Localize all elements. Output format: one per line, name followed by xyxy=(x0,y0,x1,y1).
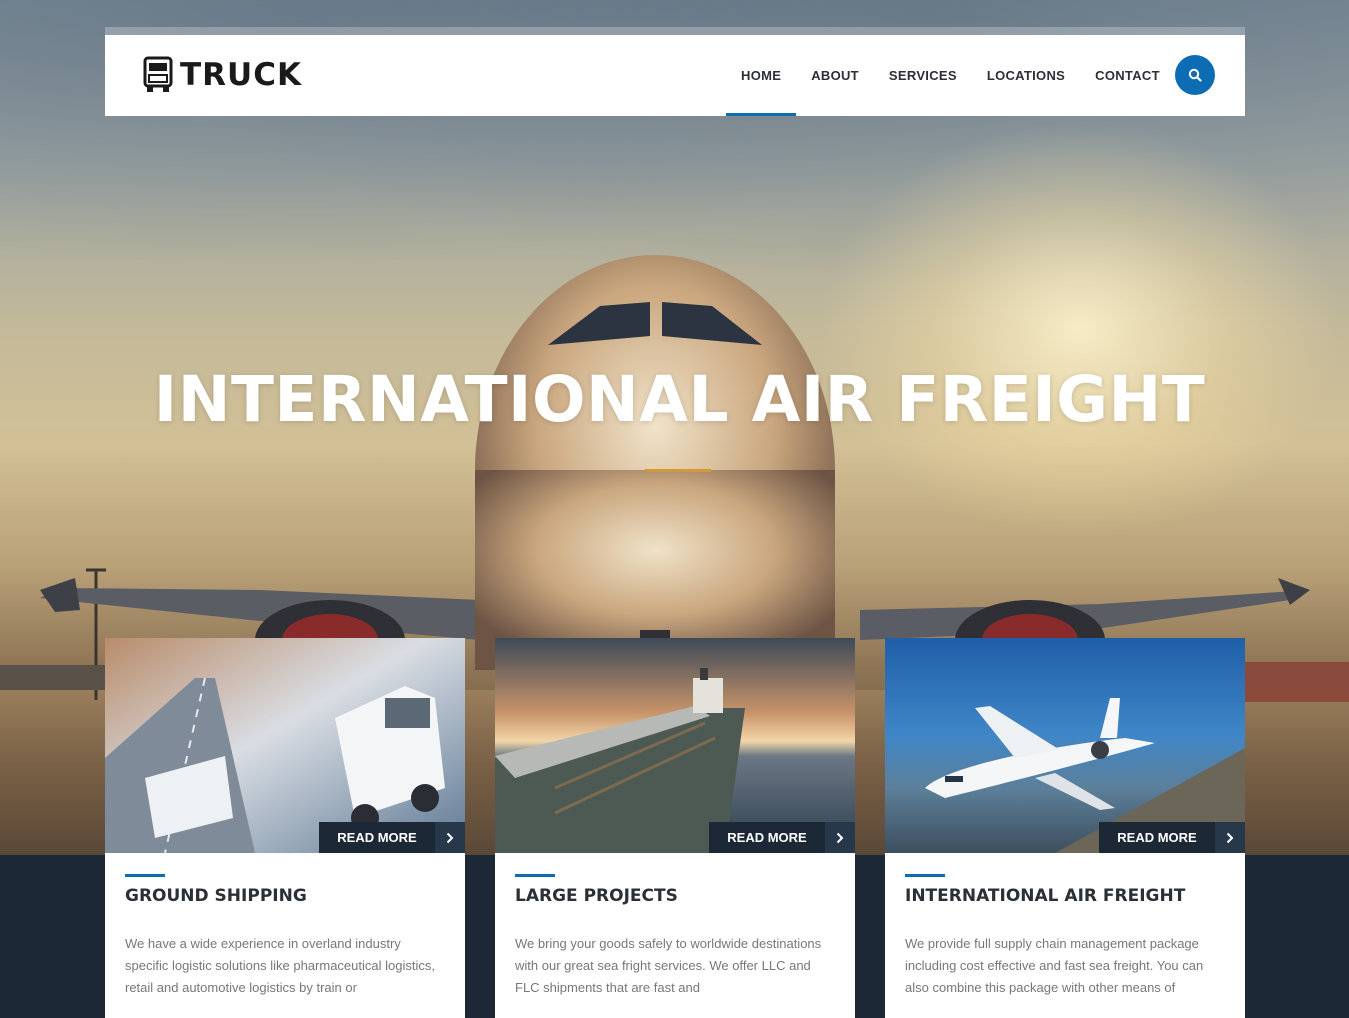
truck-icon xyxy=(143,56,173,92)
logo-text: TRUCK xyxy=(180,57,302,93)
card-accent-line xyxy=(515,874,555,877)
read-more-label: READ MORE xyxy=(1117,830,1197,845)
read-more-button[interactable]: READ MORE xyxy=(1099,822,1245,853)
card-description: We have a wide experience in overland in… xyxy=(125,936,435,995)
card-image-jet xyxy=(885,638,1245,853)
read-more-button[interactable]: READ MORE xyxy=(709,822,855,853)
nav-locations[interactable]: LOCATIONS xyxy=(972,35,1080,116)
nav-services[interactable]: SERVICES xyxy=(874,35,972,116)
card-accent-line xyxy=(125,874,165,877)
read-more-label: READ MORE xyxy=(727,830,807,845)
main-navigation: HOME ABOUT SERVICES LOCATIONS CONTACT xyxy=(726,35,1175,116)
nav-contact[interactable]: CONTACT xyxy=(1080,35,1175,116)
card-title: LARGE PROJECTS xyxy=(515,886,678,906)
card-description: We provide full supply chain management … xyxy=(905,936,1204,995)
site-logo[interactable]: TRUCK xyxy=(143,55,302,95)
site-header: TRUCK HOME ABOUT SERVICES LOCATIONS CONT… xyxy=(105,35,1245,116)
hero-title: INTERNATIONAL AIR FREIGHT xyxy=(153,363,1206,436)
chevron-right-icon xyxy=(1215,822,1245,853)
chevron-right-icon xyxy=(435,822,465,853)
read-more-button[interactable]: READ MORE xyxy=(319,822,465,853)
chevron-right-icon xyxy=(825,822,855,853)
service-card-air-freight: READ MORE INTERNATIONAL AIR FREIGHT We p… xyxy=(885,638,1245,1018)
card-image-truck xyxy=(105,638,465,853)
card-title: INTERNATIONAL AIR FREIGHT xyxy=(905,886,1186,906)
card-description: We bring your goods safely to worldwide … xyxy=(515,936,822,995)
search-button[interactable] xyxy=(1175,55,1215,95)
search-icon xyxy=(1188,68,1202,82)
hero-divider xyxy=(645,469,711,472)
nav-home[interactable]: HOME xyxy=(726,35,797,116)
card-title: GROUND SHIPPING xyxy=(125,886,307,906)
card-accent-line xyxy=(905,874,945,877)
nav-about[interactable]: ABOUT xyxy=(796,35,874,116)
service-card-large-projects: READ MORE LARGE PROJECTS We bring your g… xyxy=(495,638,855,1018)
card-image-ship xyxy=(495,638,855,853)
read-more-label: READ MORE xyxy=(337,830,417,845)
service-card-ground-shipping: READ MORE GROUND SHIPPING We have a wide… xyxy=(105,638,465,1018)
